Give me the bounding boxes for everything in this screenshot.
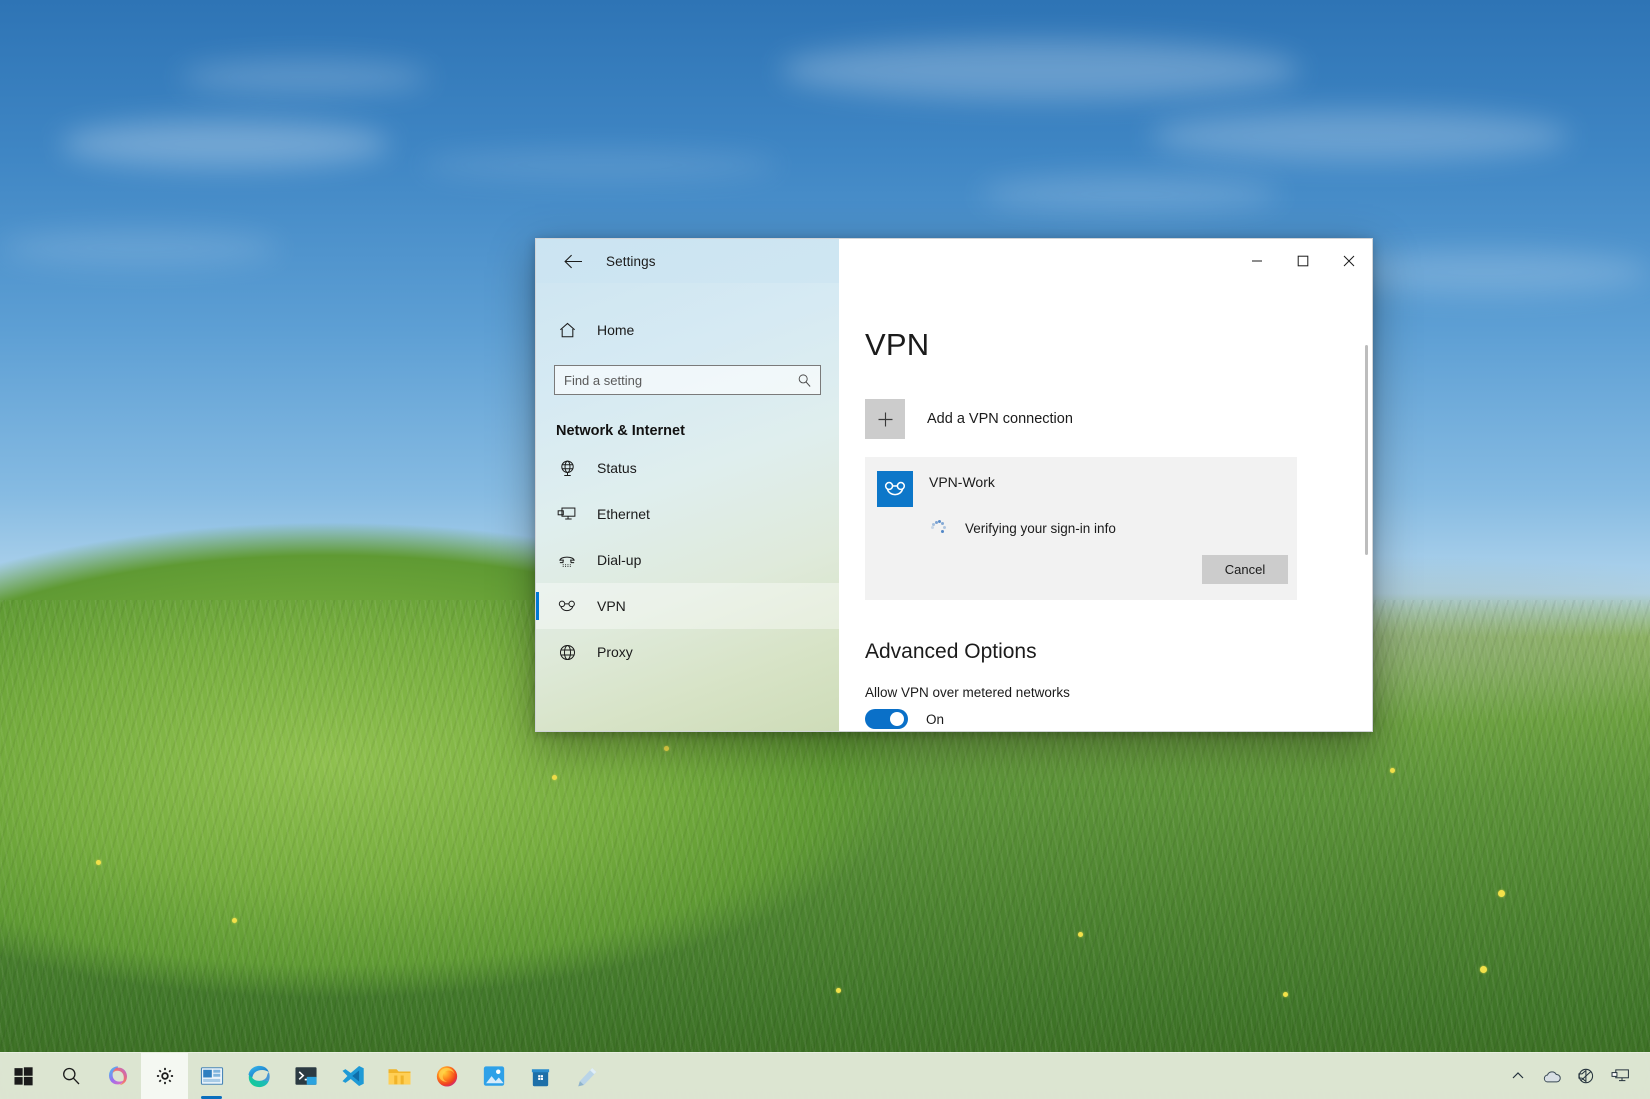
vpn-icon	[556, 598, 578, 615]
maximize-button[interactable]	[1280, 239, 1326, 283]
photos-icon[interactable]	[470, 1053, 517, 1099]
sidebar-item-label: Dial-up	[597, 552, 641, 568]
show-hidden-icons-chevron-icon[interactable]	[1502, 1056, 1534, 1096]
system-tray	[1502, 1056, 1650, 1096]
scrollbar-thumb[interactable]	[1365, 345, 1368, 555]
vpn-connection-tile-icon	[877, 471, 913, 507]
taskbar-active-underline	[201, 1096, 222, 1099]
vpn-status-row: Verifying your sign-in info	[877, 519, 1297, 537]
vpn-connection-card[interactable]: VPN-Work Verifying your sign-in in	[865, 457, 1297, 600]
loading-spinner-icon	[929, 519, 947, 537]
title-bar-left: Settings	[536, 239, 839, 283]
globe-status-icon	[556, 459, 578, 478]
snipping-tool-icon[interactable]	[564, 1053, 611, 1099]
search-box[interactable]	[554, 365, 821, 395]
settings-window: Settings Home	[535, 238, 1373, 732]
dialup-phone-icon	[556, 551, 578, 570]
search-taskbar-icon[interactable]	[47, 1053, 94, 1099]
network-ethernet-icon[interactable]	[1604, 1056, 1636, 1096]
sidebar-category-title: Network & Internet	[536, 395, 839, 445]
firefox-icon[interactable]	[423, 1053, 470, 1099]
title-bar-drag-region	[839, 239, 1234, 283]
advanced-options-title: Advanced Options	[865, 640, 1372, 664]
sidebar-item-status[interactable]: Status	[536, 445, 839, 491]
vscode-icon[interactable]	[329, 1053, 376, 1099]
close-button[interactable]	[1326, 239, 1372, 283]
vpn-card-actions: Cancel	[877, 555, 1297, 584]
edge-icon[interactable]	[235, 1053, 282, 1099]
window-title: Settings	[606, 254, 656, 269]
sidebar-item-ethernet[interactable]: Ethernet	[536, 491, 839, 537]
main-scroll-content: VPN Add a VPN connection	[839, 283, 1372, 731]
sidebar-item-label: Proxy	[597, 644, 633, 660]
allow-vpn-over-metered-networks-toggle[interactable]	[865, 709, 908, 729]
plus-icon	[865, 399, 905, 439]
option-label: Allow VPN over metered networks	[865, 685, 1372, 700]
home-icon	[556, 321, 578, 340]
search-input[interactable]	[555, 366, 820, 394]
minimize-button[interactable]	[1234, 239, 1280, 283]
vpn-status-text: Verifying your sign-in info	[965, 521, 1116, 536]
taskbar	[0, 1052, 1650, 1099]
vpn-card-header: VPN-Work	[877, 471, 1297, 507]
sidebar-item-vpn[interactable]: VPN	[536, 583, 839, 629]
add-vpn-connection-label: Add a VPN connection	[927, 411, 1073, 427]
sidebar-item-dialup[interactable]: Dial-up	[536, 537, 839, 583]
search-icon[interactable]	[794, 366, 814, 394]
settings-sidebar: Home Network & Internet	[536, 283, 839, 731]
settings-main-pane: VPN Add a VPN connection	[839, 283, 1372, 731]
toggle-knob	[890, 712, 904, 726]
option-toggle-row: On	[865, 709, 1372, 729]
file-explorer-icon[interactable]	[376, 1053, 423, 1099]
sidebar-item-label: VPN	[597, 598, 626, 614]
vpn-connection-name: VPN-Work	[929, 471, 995, 490]
settings-icon[interactable]	[141, 1053, 188, 1099]
ethernet-icon	[556, 505, 578, 524]
option-metered-networks: Allow VPN over metered networks On	[865, 685, 1372, 729]
window-body: Home Network & Internet	[536, 283, 1372, 731]
back-arrow-icon[interactable]	[558, 246, 588, 276]
add-vpn-connection-button[interactable]: Add a VPN connection	[865, 395, 1297, 443]
sidebar-home-label: Home	[597, 322, 634, 338]
sidebar-item-label: Ethernet	[597, 506, 650, 522]
terminal-icon[interactable]	[282, 1053, 329, 1099]
copilot-icon[interactable]	[94, 1053, 141, 1099]
toggle-state-label: On	[926, 712, 944, 727]
sidebar-item-home[interactable]: Home	[536, 309, 839, 351]
sidebar-item-label: Status	[597, 460, 637, 476]
proxy-globe-icon	[556, 643, 578, 662]
onedrive-cloud-icon[interactable]	[1536, 1056, 1568, 1096]
cancel-button[interactable]: Cancel	[1202, 555, 1288, 584]
start-button[interactable]	[0, 1053, 47, 1099]
page-title: VPN	[865, 327, 1372, 363]
main-scrollbar[interactable]	[1365, 345, 1368, 731]
sidebar-item-proxy[interactable]: Proxy	[536, 629, 839, 675]
volume-muted-icon[interactable]	[1570, 1056, 1602, 1096]
title-bar: Settings	[536, 239, 1372, 283]
microsoft-store-icon[interactable]	[517, 1053, 564, 1099]
task-view-icon[interactable]	[188, 1053, 235, 1099]
search-container	[536, 351, 839, 395]
